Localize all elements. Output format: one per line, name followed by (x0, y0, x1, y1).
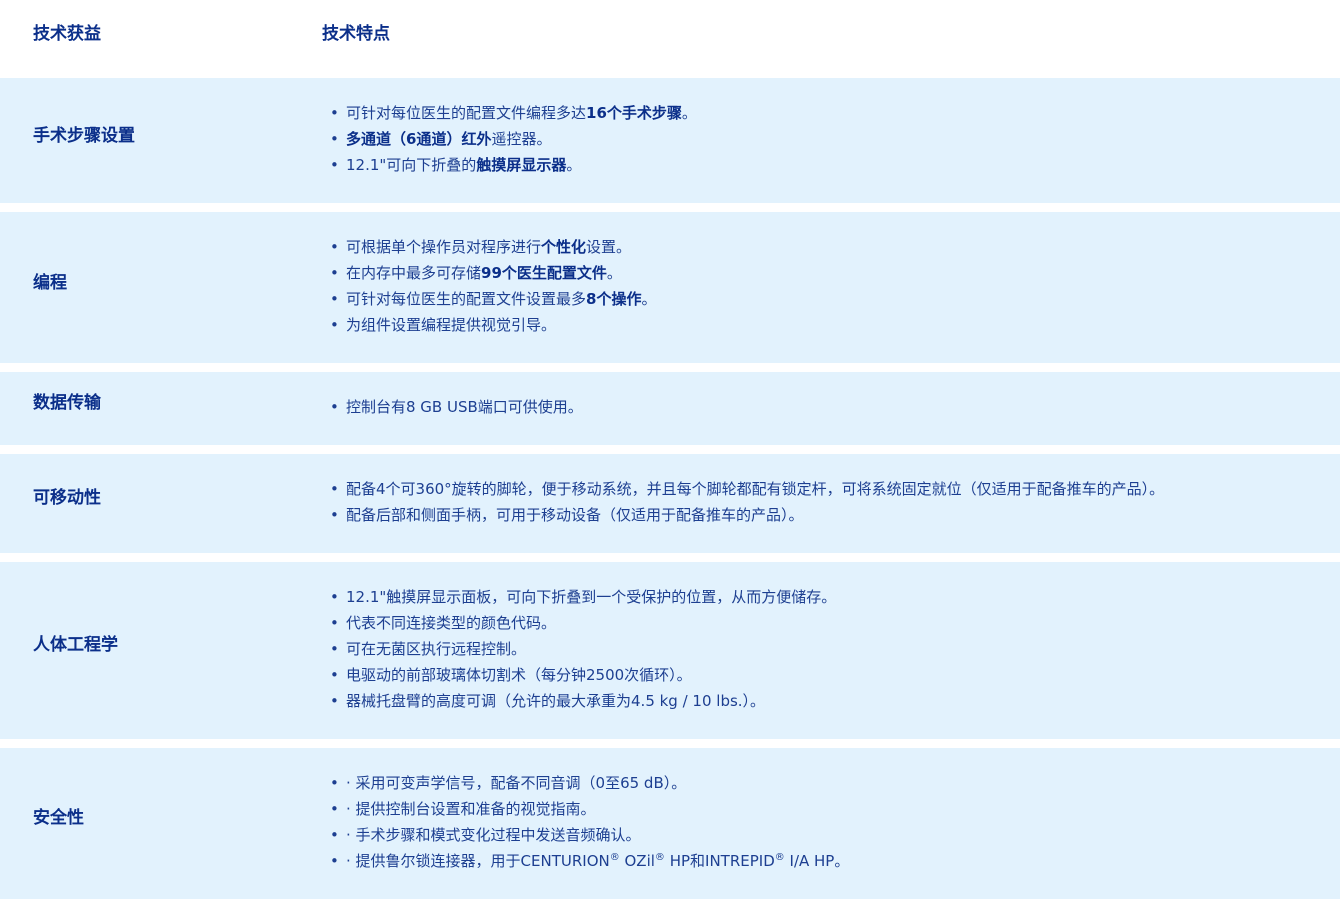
feature-item: 可根据单个操作员对程序进行个性化设置。 (330, 234, 656, 260)
table-row: 可移动性 配备4个可360°旋转的脚轮，便于移动系统，并且每个脚轮都配有锁定杆，… (0, 454, 1340, 553)
feature-item-text: 可根据单个操作员对程序进行 (346, 238, 542, 256)
feature-item-text: 。 (606, 264, 622, 282)
header-feature: 技术特点 (322, 24, 390, 44)
feature-list: 配备4个可360°旋转的脚轮，便于移动系统，并且每个脚轮都配有锁定杆，可将系统固… (330, 476, 1164, 528)
feature-item-text: 。 (641, 290, 657, 308)
feature-item-text: 可在无菌区执行远程控制。 (346, 640, 527, 658)
feature-item-text: 12.1"触摸屏显示面板，可向下折叠到一个受保护的位置，从而方便储存。 (346, 588, 837, 606)
feature-item: · 采用可变声学信号，配备不同音调（0至65 dB）。 (330, 770, 849, 796)
feature-list: 可根据单个操作员对程序进行个性化设置。在内存中最多可存储99个医生配置文件。可针… (330, 234, 656, 338)
feature-item: 配备4个可360°旋转的脚轮，便于移动系统，并且每个脚轮都配有锁定杆，可将系统固… (330, 476, 1164, 502)
table-header: 技术获益 技术特点 (0, 0, 1340, 78)
feature-item: 可在无菌区执行远程控制。 (330, 636, 836, 662)
feature-item: 12.1"可向下折叠的触摸屏显示器。 (330, 152, 697, 178)
feature-item-text: · 提供鲁尔锁连接器，用于CENTURION (346, 852, 610, 870)
feature-list: 可针对每位医生的配置文件编程多达16个手术步骤。多通道（6通道）红外遥控器。12… (330, 100, 697, 178)
row-label: 数据传输 (33, 393, 101, 413)
feature-item-emphasis: 多通道（6通道）红外 (346, 130, 492, 148)
table-row: 数据传输 控制台有8 GB USB端口可供使用。 (0, 372, 1340, 445)
feature-item: 可针对每位医生的配置文件设置最多8个操作。 (330, 286, 656, 312)
feature-list: 12.1"触摸屏显示面板，可向下折叠到一个受保护的位置，从而方便储存。代表不同连… (330, 584, 836, 714)
feature-table: 技术获益 技术特点 手术步骤设置 可针对每位医生的配置文件编程多达16个手术步骤… (0, 0, 1340, 900)
feature-item-emphasis: 16个手术步骤 (586, 104, 682, 122)
row-label: 安全性 (33, 808, 84, 828)
feature-item: 可针对每位医生的配置文件编程多达16个手术步骤。 (330, 100, 697, 126)
table-row: 编程 可根据单个操作员对程序进行个性化设置。在内存中最多可存储99个医生配置文件… (0, 212, 1340, 363)
feature-item: 控制台有8 GB USB端口可供使用。 (330, 394, 583, 420)
feature-item-text: 配备4个可360°旋转的脚轮，便于移动系统，并且每个脚轮都配有锁定杆，可将系统固… (346, 480, 1165, 498)
feature-item-text: 代表不同连接类型的颜色代码。 (346, 614, 557, 632)
feature-list: 控制台有8 GB USB端口可供使用。 (330, 394, 583, 420)
feature-item-text: 在内存中最多可存储 (346, 264, 482, 282)
table-row: 手术步骤设置 可针对每位医生的配置文件编程多达16个手术步骤。多通道（6通道）红… (0, 78, 1340, 203)
header-benefit: 技术获益 (33, 24, 101, 44)
feature-item-text: 。 (681, 104, 697, 122)
feature-item-text: 配备后部和侧面手柄，可用于移动设备（仅适用于配备推车的产品）。 (346, 506, 804, 524)
feature-item-text: 可针对每位医生的配置文件设置最多 (346, 290, 587, 308)
row-label: 人体工程学 (33, 635, 118, 655)
row-label: 可移动性 (33, 488, 101, 508)
feature-item: 在内存中最多可存储99个医生配置文件。 (330, 260, 656, 286)
feature-item: 器械托盘臂的高度可调（允许的最大承重为4.5 kg / 10 lbs.）。 (330, 688, 836, 714)
feature-item-text: · 采用可变声学信号，配备不同音调（0至65 dB）。 (346, 774, 687, 792)
feature-item-text: I/A HP。 (784, 852, 850, 870)
feature-item-text: · 手术步骤和模式变化过程中发送音频确认。 (346, 826, 641, 844)
row-label: 手术步骤设置 (33, 126, 135, 146)
feature-item: 电驱动的前部玻璃体切割术（每分钟2500次循环）。 (330, 662, 836, 688)
feature-item-text: 控制台有8 GB USB端口可供使用。 (346, 398, 583, 416)
feature-item: 配备后部和侧面手柄，可用于移动设备（仅适用于配备推车的产品）。 (330, 502, 1164, 528)
feature-item: 为组件设置编程提供视觉引导。 (330, 312, 656, 338)
feature-item-emphasis: 99个医生配置文件 (481, 264, 607, 282)
feature-item-emphasis: 8个操作 (586, 290, 642, 308)
feature-item: 12.1"触摸屏显示面板，可向下折叠到一个受保护的位置，从而方便储存。 (330, 584, 836, 610)
feature-item-text: 电驱动的前部玻璃体切割术（每分钟2500次循环）。 (346, 666, 692, 684)
feature-item: 多通道（6通道）红外遥控器。 (330, 126, 697, 152)
feature-item-text: 12.1"可向下折叠的 (346, 156, 477, 174)
registered-mark: ® (609, 852, 620, 863)
feature-item: 代表不同连接类型的颜色代码。 (330, 610, 836, 636)
feature-item-emphasis: 个性化 (541, 238, 587, 256)
row-label: 编程 (33, 273, 67, 293)
feature-item: · 手术步骤和模式变化过程中发送音频确认。 (330, 822, 849, 848)
feature-item-text: 为组件设置编程提供视觉引导。 (346, 316, 557, 334)
feature-item: · 提供控制台设置和准备的视觉指南。 (330, 796, 849, 822)
feature-item-text: 遥控器。 (491, 130, 552, 148)
table-row: 人体工程学 12.1"触摸屏显示面板，可向下折叠到一个受保护的位置，从而方便储存… (0, 562, 1340, 739)
feature-item-text: HP和INTREPID (664, 852, 775, 870)
feature-item-text: 可针对每位医生的配置文件编程多达 (346, 104, 587, 122)
feature-item-emphasis: 触摸屏显示器 (476, 156, 567, 174)
feature-item-text: 设置。 (586, 238, 632, 256)
feature-list: · 采用可变声学信号，配备不同音调（0至65 dB）。 · 提供控制台设置和准备的… (330, 770, 849, 874)
table-row: 安全性 · 采用可变声学信号，配备不同音调（0至65 dB）。 · 提供控制台设置… (0, 748, 1340, 899)
feature-item-text: 器械托盘臂的高度可调（允许的最大承重为4.5 kg / 10 lbs.）。 (346, 692, 766, 710)
registered-mark: ® (774, 852, 785, 863)
feature-item-text: OZil (619, 852, 655, 870)
feature-item-text: · 提供控制台设置和准备的视觉指南。 (346, 800, 596, 818)
feature-item-text: 。 (566, 156, 582, 174)
registered-mark: ® (654, 852, 665, 863)
feature-item: · 提供鲁尔锁连接器，用于CENTURION® OZil® HP和INTREPI… (330, 848, 849, 874)
